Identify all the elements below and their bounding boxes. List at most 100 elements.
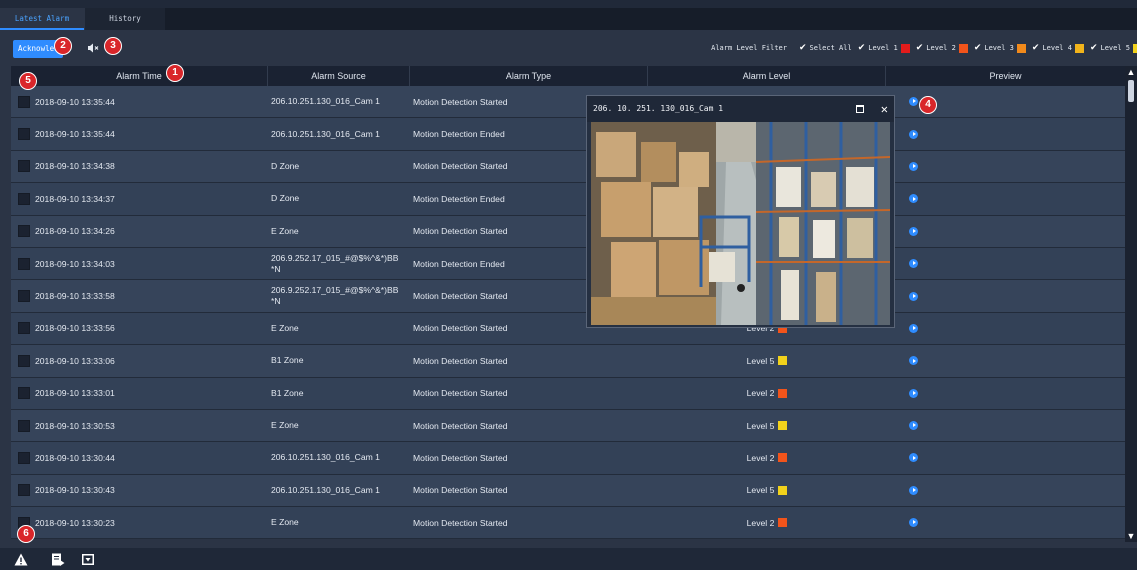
row-checkbox[interactable]: [18, 484, 30, 497]
download-clip-icon[interactable]: [81, 553, 95, 566]
play-icon[interactable]: [909, 356, 918, 366]
row-checkbox[interactable]: [18, 192, 30, 205]
column-alarm-level[interactable]: Alarm Level: [648, 66, 886, 86]
row-checkbox[interactable]: [18, 95, 30, 108]
alarm-time-cell: 2018-09-10 13:30:44: [11, 442, 268, 473]
maximize-icon[interactable]: [856, 105, 864, 113]
filter-level-3[interactable]: ✔ Level 3: [974, 43, 1026, 53]
filter-select-all[interactable]: ✔ Select All: [799, 43, 852, 53]
play-icon[interactable]: [909, 421, 918, 431]
table-row[interactable]: 2018-09-10 13:35:44 206.10.251.130_016_Ca…: [11, 86, 1125, 119]
alarm-time-cell: 2018-09-10 13:34:26: [11, 216, 268, 247]
row-checkbox[interactable]: [18, 419, 30, 432]
scroll-up-icon[interactable]: ▲: [1125, 66, 1137, 78]
check-icon: ✔: [798, 43, 807, 53]
row-checkbox[interactable]: [18, 354, 30, 367]
preview-cell: [886, 118, 1125, 149]
scroll-down-icon[interactable]: ▼: [1125, 530, 1137, 542]
table-row[interactable]: 2018-09-10 13:34:37 D Zone Motion Detectio…: [11, 183, 1125, 216]
play-icon[interactable]: [909, 259, 918, 269]
row-checkbox[interactable]: [18, 387, 30, 400]
alarm-time: 2018-09-10 13:34:26: [35, 226, 115, 237]
alarm-source-cell: E Zone: [268, 216, 410, 247]
export-file-icon[interactable]: [51, 553, 65, 566]
alarm-type: Motion Detection Started: [413, 355, 508, 366]
table-row[interactable]: 2018-09-10 13:33:06 B1 Zone Motion Detecti…: [11, 345, 1125, 378]
row-checkbox[interactable]: [18, 290, 30, 303]
preview-cell: [886, 507, 1125, 538]
alarm-source: E Zone: [271, 517, 299, 528]
alarm-source: 206.9.252.17_015_#@$%^&*)BB *N: [271, 252, 399, 274]
row-checkbox[interactable]: [18, 160, 30, 173]
row-checkbox[interactable]: [18, 451, 30, 464]
table-row[interactable]: 2018-09-10 13:35:44 206.10.251.130_016_Ca…: [11, 118, 1125, 151]
tab-latest-alarm[interactable]: Latest Alarm: [0, 8, 84, 30]
close-icon[interactable]: ✕: [881, 96, 888, 122]
preview-title-bar[interactable]: 206. 10. 251. 130_016_Cam 1 ✕: [587, 96, 894, 122]
filter-level-4[interactable]: ✔ Level 4: [1032, 43, 1084, 53]
play-icon[interactable]: [909, 453, 918, 463]
play-icon[interactable]: [909, 323, 918, 333]
table-row[interactable]: 2018-09-10 13:33:56 E Zone Motion Detectio…: [11, 312, 1125, 346]
camera-feed-image: [591, 122, 890, 325]
callout-marker: 5: [19, 72, 37, 90]
scroll-thumb[interactable]: [1128, 80, 1134, 102]
table-row[interactable]: 2018-09-10 13:30:43 206.10.251.130_016_Ca…: [11, 474, 1125, 508]
table-row[interactable]: 2018-09-10 13:33:01 B1 Zone Motion Detecti…: [11, 377, 1125, 410]
alarm-type: Motion Detection Ended: [413, 258, 505, 269]
play-icon[interactable]: [909, 518, 918, 528]
filter-level-5[interactable]: ✔ Level 5: [1090, 43, 1137, 53]
play-icon[interactable]: [909, 388, 918, 398]
alarm-time: 2018-09-10 13:30:43: [35, 485, 115, 496]
alarm-level-cell: Level 2: [648, 507, 886, 538]
play-icon[interactable]: [909, 97, 918, 107]
column-alarm-time[interactable]: Alarm Time: [11, 66, 268, 86]
alarm-time: 2018-09-10 13:30:23: [35, 517, 115, 528]
alarm-source-cell: 206.9.252.17_015_#@$%^&*)BB *N: [268, 280, 410, 311]
level-4-swatch: [1074, 43, 1084, 53]
column-alarm-source[interactable]: Alarm Source: [268, 66, 410, 86]
play-icon[interactable]: [909, 226, 918, 236]
row-checkbox[interactable]: [18, 225, 30, 238]
filter-level-1[interactable]: ✔ Level 1: [858, 43, 910, 53]
table-scrollbar[interactable]: ▲ ▼: [1125, 66, 1137, 542]
alarm-source: 206.10.251.130_016_Cam 1: [271, 452, 380, 463]
alarm-warning-icon[interactable]: [14, 553, 28, 566]
row-checkbox[interactable]: [18, 257, 30, 270]
alarm-source: B1 Zone: [271, 387, 304, 398]
table-row[interactable]: 2018-09-10 13:30:53 E Zone Motion Detectio…: [11, 409, 1125, 443]
row-checkbox[interactable]: [18, 322, 30, 335]
column-alarm-type[interactable]: Alarm Type: [410, 66, 648, 86]
alarm-type: Motion Detection Started: [413, 485, 508, 496]
alarm-type: Motion Detection Started: [413, 96, 508, 107]
alarm-type-cell: Motion Detection Started: [410, 378, 648, 409]
table-row[interactable]: 2018-09-10 13:34:26 E Zone Motion Detectio…: [11, 215, 1125, 248]
filter-level-2[interactable]: ✔ Level 2: [916, 43, 968, 53]
table-row[interactable]: 2018-09-10 13:34:03 206.9.252.17_015_#@$%…: [11, 247, 1125, 281]
play-icon[interactable]: [909, 291, 918, 301]
alarm-source: 206.10.251.130_016_Cam 1: [271, 96, 380, 107]
row-checkbox[interactable]: [18, 128, 30, 141]
filter-option-label: Select All: [809, 44, 852, 52]
preview-cell: [886, 183, 1125, 214]
play-icon[interactable]: [909, 161, 918, 171]
check-icon: ✔: [915, 43, 924, 53]
alarm-time: 2018-09-10 13:35:44: [35, 129, 115, 140]
preview-window[interactable]: 206. 10. 251. 130_016_Cam 1 ✕: [586, 95, 895, 328]
play-icon[interactable]: [909, 485, 918, 495]
play-icon[interactable]: [909, 129, 918, 139]
preview-cell: [886, 410, 1125, 441]
table-row[interactable]: 2018-09-10 13:30:44 206.10.251.130_016_Ca…: [11, 442, 1125, 475]
preview-cell: [886, 216, 1125, 247]
alarm-time: 2018-09-10 13:33:06: [35, 355, 115, 366]
table-row[interactable]: 2018-09-10 13:34:38 D Zone Motion Detectio…: [11, 150, 1125, 184]
level-3-swatch: [1016, 43, 1026, 53]
callout-marker: 3: [104, 37, 122, 55]
table-row[interactable]: 2018-09-10 13:30:23 E Zone Motion Detectio…: [11, 507, 1125, 540]
speaker-mute-icon[interactable]: [86, 41, 100, 55]
tab-history[interactable]: History: [84, 8, 165, 30]
play-icon[interactable]: [909, 194, 918, 204]
level-swatch: [778, 518, 788, 528]
alarm-source-cell: 206.9.252.17_015_#@$%^&*)BB *N: [268, 248, 410, 279]
table-row[interactable]: 2018-09-10 13:33:58 206.9.252.17_015_#@$%…: [11, 280, 1125, 313]
